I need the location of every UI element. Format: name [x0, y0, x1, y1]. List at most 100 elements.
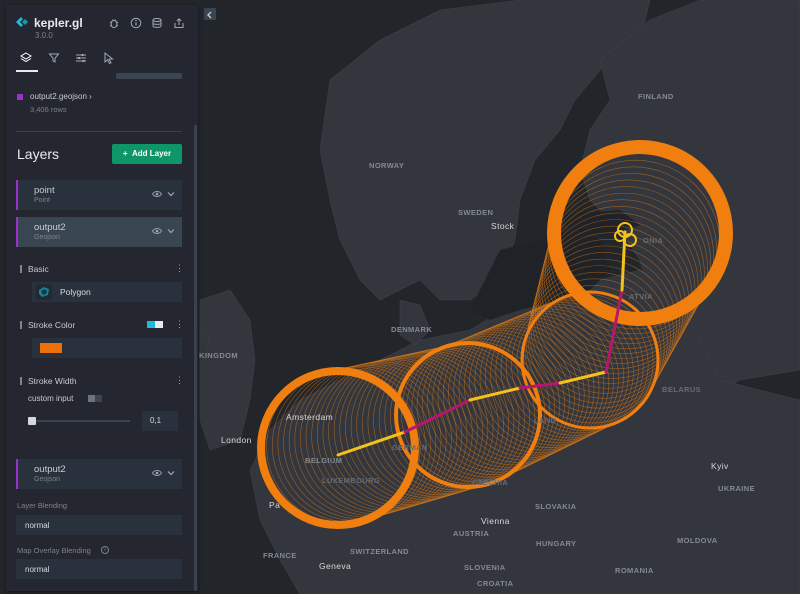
add-layer-button[interactable]: + Add Layer [112, 144, 182, 164]
tab-filters[interactable] [47, 51, 61, 65]
info-icon[interactable]: i [101, 546, 109, 554]
map-label-sweden: SWEDEN [458, 208, 494, 217]
eye-icon[interactable] [152, 190, 162, 198]
stroke-color-label: Stroke Color [28, 320, 76, 330]
stroke-width-input[interactable]: 0,1 [142, 411, 178, 431]
kepler-logo-icon [16, 17, 28, 27]
overlay-blending-select[interactable]: normal [16, 559, 182, 579]
map-label-kingdom: KINGDOM [199, 351, 239, 360]
map-label-austria: AUSTRIA [453, 529, 490, 538]
map-label-estonia: ONIA [643, 236, 664, 245]
stroke-color-toggle[interactable] [147, 321, 163, 328]
map-label-norway: NORWAY [369, 161, 405, 170]
kepler-app: FINLAND NORWAY SWEDEN Stock ONIA ATVIA D… [0, 0, 800, 594]
chevron-down-icon[interactable] [166, 468, 176, 478]
layer-type: Geojson [34, 476, 61, 483]
layer-name: output2 [34, 222, 66, 233]
map-label-france: FRANCE [263, 551, 297, 560]
sliders-icon [76, 54, 86, 62]
map-label-hungary: HUNGARY [536, 539, 577, 548]
overlay-blending-label: Map Overlay Blending [17, 546, 91, 555]
database-icon[interactable] [151, 17, 163, 29]
map-label-slovakia: SLOVAKIA [535, 502, 577, 511]
map-label-finland: FINLAND [638, 92, 674, 101]
tab-basemap[interactable] [102, 51, 116, 65]
eye-icon[interactable] [152, 469, 162, 477]
app-version: 3.0.0 [35, 31, 53, 40]
bug-icon[interactable] [108, 17, 120, 29]
layer-blending-label: Layer Blending [17, 501, 68, 510]
dataset-button-stub[interactable] [116, 73, 182, 79]
panel-tabs [6, 45, 198, 73]
layer-type: Geojson [34, 234, 61, 241]
map-label-kyiv: Kyiv [711, 461, 729, 471]
basic-section-label: Basic [28, 264, 49, 274]
cursor-icon [104, 51, 114, 65]
panel-scrollbar[interactable] [194, 125, 197, 591]
layer-card-output2-active[interactable]: output2 Geojson [16, 217, 182, 247]
filter-icon [48, 53, 60, 63]
panel-header: kepler.gl 3.0.0 [6, 5, 198, 45]
map-label-latvia: ATVIA [629, 292, 653, 301]
dataset-name[interactable]: output2.geojson › [30, 92, 92, 101]
layer-type-selector[interactable]: Polygon [32, 282, 182, 302]
layer-blending-select[interactable]: normal [16, 515, 182, 535]
layer-card-output2[interactable]: output2 Geojson [16, 459, 182, 489]
share-icon[interactable] [173, 17, 185, 29]
stroke-color-picker[interactable] [32, 338, 182, 358]
dataset-color-swatch [17, 94, 23, 100]
collapse-sidebar-button[interactable] [204, 8, 216, 20]
layer-card-point[interactable]: point Point [16, 180, 182, 210]
map-label-belgium: BELGIUM [305, 456, 343, 465]
layer-type-label: Polygon [60, 287, 91, 297]
map-label-croatia: CROATIA [477, 579, 514, 588]
section-marker [20, 265, 22, 273]
map-label-denmark: DENMARK [391, 325, 433, 334]
map-label-vienna: Vienna [481, 516, 510, 526]
info-icon[interactable] [130, 17, 142, 29]
stroke-width-slider-track[interactable] [32, 420, 130, 422]
section-marker [20, 321, 22, 329]
eye-icon[interactable] [152, 227, 162, 235]
tab-layers[interactable] [19, 51, 33, 65]
map-label-czechia: CZECHIA [472, 478, 509, 487]
toggle-right [155, 321, 163, 328]
map-label-ukraine: UKRAINE [718, 484, 755, 493]
layer-name: output2 [34, 464, 66, 475]
map-label-poland: LAND [534, 416, 557, 425]
stroke-width-slider-handle[interactable] [28, 417, 36, 425]
tab-interactions[interactable] [74, 51, 88, 65]
polygon-icon [36, 284, 52, 300]
add-layer-label: Add Layer [132, 149, 172, 158]
stroke-color-swatch[interactable] [40, 343, 62, 353]
map-label-amsterdam: Amsterdam [286, 412, 334, 422]
map-label-slovenia: SLOVENIA [464, 563, 506, 572]
layer-blending-value: normal [25, 521, 50, 530]
map-label-switzerland: SWITZERLAND [350, 547, 409, 556]
map-label-romania: ROMANIA [615, 566, 654, 575]
layers-heading: Layers [17, 146, 60, 162]
map-label-luxembourg: LUXEMBOURG [322, 476, 381, 485]
section-divider [16, 131, 182, 132]
more-options-icon[interactable]: ⋮ [175, 319, 184, 329]
map-label-stockholm: Stock [491, 221, 515, 231]
side-panel: kepler.gl 3.0.0 output2.geojson › 3,406 … [6, 5, 198, 591]
map-label-moldova: MOLDOVA [677, 536, 718, 545]
custom-input-toggle[interactable] [88, 395, 102, 402]
layers-panel: output2.geojson › 3,406 rows Layers + Ad… [6, 73, 198, 591]
more-options-icon[interactable]: ⋮ [175, 375, 184, 385]
active-tab-indicator [16, 70, 38, 72]
plus-icon: + [122, 149, 128, 158]
more-options-icon[interactable]: ⋮ [175, 263, 184, 273]
chevron-left-icon [207, 11, 212, 19]
dataset-row-count: 3,406 rows [30, 105, 67, 114]
layer-type: Point [34, 197, 50, 204]
chevron-down-icon[interactable] [166, 189, 176, 199]
map-label-belarus: BELARUS [662, 385, 702, 394]
stroke-width-label: Stroke Width [28, 376, 77, 386]
overlay-blending-value: normal [25, 565, 50, 574]
layer-name: point [34, 185, 55, 196]
section-marker [20, 377, 22, 385]
chevron-up-icon[interactable] [166, 226, 176, 236]
chevron-right-icon: › [89, 92, 92, 101]
